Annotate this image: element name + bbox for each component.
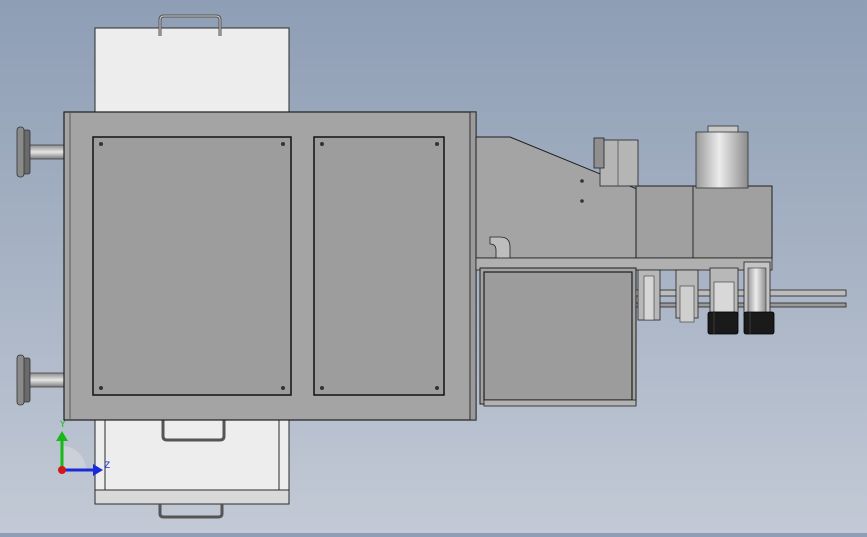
cad-viewport[interactable]: Y Z (0, 0, 867, 533)
motor-cylinder-icon (695, 131, 749, 189)
top-drawer[interactable] (94, 14, 290, 115)
leveling-foot-top (16, 126, 65, 178)
panel-screw-icon (320, 142, 324, 146)
bottom-drawer[interactable] (94, 417, 290, 519)
machine-drawing: Y Z (16, 14, 847, 519)
left-access-panel[interactable] (92, 136, 292, 396)
z-axis-label: Z (104, 461, 110, 471)
panel-screw-icon (99, 142, 103, 146)
dark-drives (707, 311, 775, 335)
y-axis-label: Y (59, 420, 66, 430)
guide-rails (635, 289, 847, 308)
right-access-panel[interactable] (313, 136, 445, 396)
leveling-foot-bottom (16, 354, 65, 406)
motor-cylinder[interactable] (695, 125, 749, 189)
lower-box[interactable] (479, 267, 637, 407)
